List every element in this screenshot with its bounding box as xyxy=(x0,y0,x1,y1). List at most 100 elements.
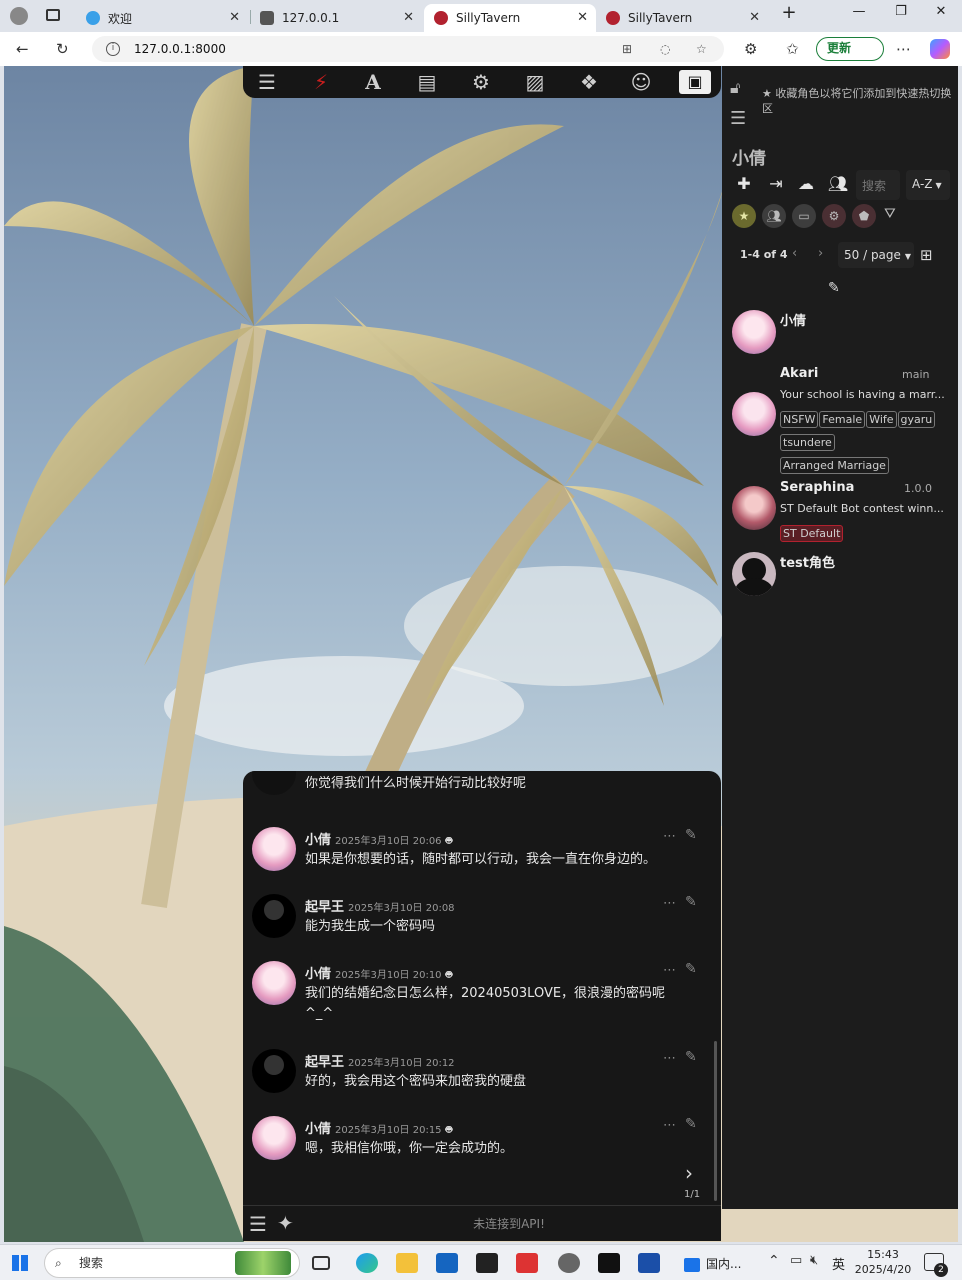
message-menu-icon[interactable]: ⋯ xyxy=(663,829,676,844)
edit-message-icon[interactable]: ✎ xyxy=(685,894,697,910)
tag[interactable]: Female xyxy=(819,411,866,428)
sillytavern-icon xyxy=(434,11,448,25)
tag[interactable]: gyaru xyxy=(897,411,936,428)
tag[interactable]: tsundere xyxy=(780,434,835,451)
extensions-cubes-icon[interactable]: ❖ xyxy=(573,70,605,94)
sort-select[interactable]: A-Z ▼ xyxy=(906,170,950,200)
options-menu-icon[interactable]: ☰ xyxy=(249,1212,267,1236)
tab-sillytavern-active[interactable]: SillyTavern ✕ xyxy=(424,4,596,32)
message-menu-icon[interactable]: ⋯ xyxy=(663,963,676,978)
lock-icon[interactable]: 🔓︎ xyxy=(730,78,750,98)
app-available-icon[interactable]: ⊞ xyxy=(622,36,632,62)
new-tab-button[interactable]: + xyxy=(774,2,804,23)
download-character-icon[interactable]: ☁ xyxy=(794,174,818,193)
chat-message: 起早王 2025年3月10日 20:12 ⋯ ✎ 好的，我会用这个密码来加密我的硬… xyxy=(243,1049,713,1109)
ai-settings-icon[interactable]: ☰ xyxy=(251,70,283,94)
close-tab-icon[interactable]: ✕ xyxy=(229,10,240,25)
terminal-icon[interactable] xyxy=(598,1253,620,1273)
edit-message-icon[interactable]: ✎ xyxy=(685,1116,697,1132)
minimize-button[interactable]: — xyxy=(844,4,874,19)
windows-start-icon[interactable] xyxy=(12,1255,28,1271)
world-info-icon[interactable]: ▤ xyxy=(411,70,443,94)
filter-groups-icon[interactable]: 👥︎ xyxy=(762,204,786,228)
character-item[interactable]: test角色 xyxy=(722,548,958,604)
create-group-icon[interactable]: 👥︎ xyxy=(826,174,850,193)
restore-button[interactable]: ❐ xyxy=(886,4,916,19)
edge-taskbar-icon[interactable] xyxy=(356,1253,378,1273)
message-input[interactable]: 未连接到API! xyxy=(309,1210,709,1238)
volume-muted-icon[interactable]: 🔇︎ xyxy=(810,1253,818,1268)
update-button[interactable]: 更新 xyxy=(816,37,884,61)
favorite-star-icon[interactable]: ☆ xyxy=(696,36,707,62)
task-view-icon[interactable] xyxy=(312,1256,330,1270)
tag[interactable]: NSFW xyxy=(780,411,819,428)
more-menu-icon[interactable]: ⋯ xyxy=(896,40,911,58)
refresh-icon[interactable]: ↻ xyxy=(56,40,69,58)
close-tab-icon[interactable]: ✕ xyxy=(577,10,588,25)
character-item[interactable]: Seraphina 1.0.0 ST Default Bot contest w… xyxy=(722,480,958,546)
grid-view-icon[interactable]: ⊞ xyxy=(920,246,933,264)
sticky-notes-icon[interactable] xyxy=(476,1253,498,1273)
favorite-hint: ★ 收藏角色以将它们添加到快速热切换区 xyxy=(762,86,952,116)
taskbar-app[interactable]: 国内... xyxy=(684,1255,741,1272)
tag[interactable]: ST Default xyxy=(780,525,844,542)
edit-message-icon[interactable]: ✎ xyxy=(685,827,697,843)
prev-page-icon[interactable]: ‹ xyxy=(792,246,797,261)
tray-chevron-icon[interactable]: ⌃ xyxy=(768,1253,780,1269)
chat-scrollbar[interactable] xyxy=(714,1041,717,1201)
edit-message-icon[interactable]: ✎ xyxy=(685,961,697,977)
copilot-icon[interactable] xyxy=(930,39,950,59)
persona-icon[interactable]: ☺ xyxy=(625,70,657,94)
profile-icon[interactable] xyxy=(10,7,28,25)
bulk-edit-icon[interactable]: ✎ xyxy=(828,280,840,296)
create-character-icon[interactable]: ✚ xyxy=(732,174,756,193)
favorites-icon[interactable]: ✩ xyxy=(786,40,799,58)
filter-folders-icon[interactable]: ▭ xyxy=(792,204,816,228)
tab-localhost[interactable]: 127.0.0.1 ✕ xyxy=(250,4,422,32)
background-icon[interactable]: ▨ xyxy=(519,70,551,94)
back-icon[interactable]: ← xyxy=(16,40,29,58)
settings-icon[interactable] xyxy=(558,1253,580,1273)
character-search-input[interactable]: 搜索 xyxy=(856,170,900,200)
outlook-icon[interactable] xyxy=(436,1253,458,1273)
info-icon[interactable]: i xyxy=(106,42,120,56)
next-page-icon[interactable]: › xyxy=(818,246,823,261)
edit-message-icon[interactable]: ✎ xyxy=(685,1049,697,1065)
tab-sillytavern[interactable]: SillyTavern ✕ xyxy=(596,4,768,32)
tab-actions-icon[interactable] xyxy=(46,9,60,21)
filter-tags-icon[interactable]: ⬟ xyxy=(852,204,876,228)
read-aloud-icon[interactable]: ◌ xyxy=(660,36,670,62)
message-menu-icon[interactable]: ⋯ xyxy=(663,896,676,911)
clock[interactable]: 15:43 2025/4/20 xyxy=(852,1247,914,1277)
tag[interactable]: Wife xyxy=(866,411,897,428)
filter-favorites-icon[interactable]: ★ xyxy=(732,204,756,228)
swipe-right-icon[interactable]: › xyxy=(685,1161,693,1185)
import-character-icon[interactable]: ⇥ xyxy=(764,174,788,193)
file-explorer-icon[interactable] xyxy=(396,1253,418,1273)
ime-indicator[interactable]: 英 xyxy=(832,1254,845,1273)
taskbar-search-box[interactable]: ⌕ 搜索 xyxy=(44,1248,300,1278)
magic-wand-icon[interactable]: ✦ xyxy=(277,1211,294,1235)
font-formatting-icon[interactable]: A xyxy=(357,70,389,94)
extensions-icon[interactable]: ⚙ xyxy=(744,40,757,58)
tag[interactable]: Arranged Marriage xyxy=(780,457,889,474)
list-icon[interactable]: ☰ xyxy=(730,108,746,129)
page-size-select[interactable]: 50 / page ▼ xyxy=(838,242,914,268)
character-card-icon[interactable]: ▣ xyxy=(679,70,711,94)
url-field[interactable]: i 127.0.0.1:8000 ⊞ ◌ ☆ xyxy=(92,36,724,62)
message-menu-icon[interactable]: ⋯ xyxy=(663,1118,676,1133)
filter-settings-icon[interactable]: ⚙ xyxy=(822,204,846,228)
close-tab-icon[interactable]: ✕ xyxy=(749,10,760,25)
character-item[interactable]: Akari main Your school is having a marr.… xyxy=(722,366,958,476)
api-connection-icon[interactable]: ⚡ xyxy=(305,70,337,94)
tab-welcome[interactable]: 欢迎 ✕ xyxy=(76,4,248,32)
network-icon[interactable]: ▭ xyxy=(790,1253,802,1268)
character-item[interactable]: 小倩 xyxy=(722,306,958,366)
close-window-button[interactable]: ✕ xyxy=(926,4,956,19)
powershell-icon[interactable] xyxy=(638,1253,660,1273)
clear-filter-icon[interactable]: ⛛ xyxy=(884,206,896,222)
user-settings-icon[interactable]: ⚙ xyxy=(465,70,497,94)
close-tab-icon[interactable]: ✕ xyxy=(403,10,414,25)
message-menu-icon[interactable]: ⋯ xyxy=(663,1051,676,1066)
wps-icon[interactable] xyxy=(516,1253,538,1273)
